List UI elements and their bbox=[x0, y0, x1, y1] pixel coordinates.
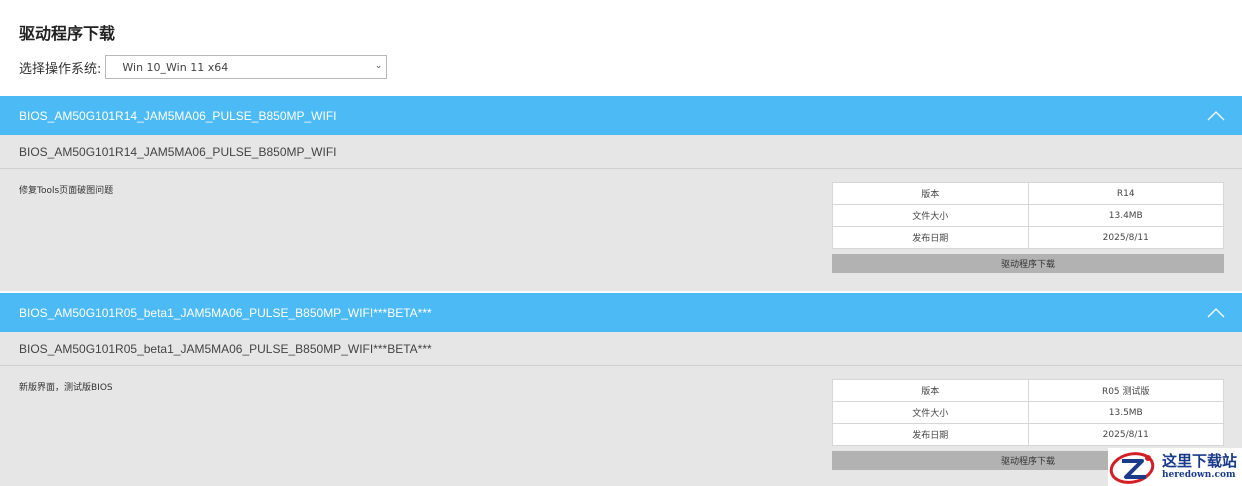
table-key: 文件大小 bbox=[832, 401, 1029, 424]
watermark-logo: 这里下载站 heredown.com bbox=[1108, 448, 1242, 486]
table-key: 版本 bbox=[832, 182, 1029, 205]
chevron-down-icon: ⌄ bbox=[374, 61, 383, 71]
table-row: 版本 R05 测试版 bbox=[832, 379, 1224, 402]
table-row: 发布日期 2025/8/11 bbox=[832, 423, 1224, 446]
table-row: 文件大小 13.4MB bbox=[832, 204, 1224, 227]
watermark-text: 这里下载站 heredown.com bbox=[1162, 454, 1237, 480]
table-value: 13.4MB bbox=[1027, 204, 1224, 227]
section-description: 新版界面，测试版BIOS bbox=[19, 383, 113, 393]
page-title: 驱动程序下载 bbox=[19, 24, 116, 43]
table-key: 文件大小 bbox=[832, 204, 1029, 227]
watermark-cn: 这里下载站 bbox=[1162, 452, 1238, 470]
section-header-title: BIOS_AM50G101R14_JAM5MA06_PULSE_B850MP_W… bbox=[19, 108, 337, 123]
os-selector-row: 选择操作系统: Win 10_Win 11 x64 ⌄ bbox=[19, 54, 388, 80]
section-description: 修复Tools页面破图问题 bbox=[19, 186, 114, 196]
section-subtitle: BIOS_AM50G101R14_JAM5MA06_PULSE_B850MP_W… bbox=[0, 135, 1242, 169]
download-button[interactable]: 驱动程序下载 bbox=[832, 254, 1224, 273]
table-key: 版本 bbox=[832, 379, 1029, 402]
driver-info-table: 版本 R14 文件大小 13.4MB 发布日期 2025/8/11 驱动程序下载 bbox=[832, 182, 1224, 273]
table-value: R14 bbox=[1027, 182, 1224, 205]
table-row: 文件大小 13.5MB bbox=[832, 401, 1224, 424]
chevron-up-icon[interactable] bbox=[1207, 109, 1225, 121]
heredown-logo-icon bbox=[1109, 452, 1155, 484]
table-key: 发布日期 bbox=[832, 423, 1029, 446]
chevron-up-icon[interactable] bbox=[1207, 306, 1225, 318]
os-selector-label: 选择操作系统: bbox=[19, 61, 102, 77]
table-value: R05 测试版 bbox=[1027, 379, 1224, 402]
os-select-dropdown[interactable]: Win 10_Win 11 x64 ⌄ bbox=[105, 55, 388, 79]
table-row: 版本 R14 bbox=[832, 182, 1224, 205]
watermark-url: heredown.com bbox=[1162, 470, 1236, 480]
table-row: 发布日期 2025/8/11 bbox=[832, 226, 1224, 249]
driver-section: BIOS_AM50G101R05_beta1_JAM5MA06_PULSE_B8… bbox=[0, 293, 1242, 486]
section-subtitle: BIOS_AM50G101R05_beta1_JAM5MA06_PULSE_B8… bbox=[0, 332, 1242, 366]
driver-section: BIOS_AM50G101R14_JAM5MA06_PULSE_B850MP_W… bbox=[0, 96, 1242, 291]
table-value: 2025/8/11 bbox=[1027, 226, 1224, 249]
section-header[interactable]: BIOS_AM50G101R14_JAM5MA06_PULSE_B850MP_W… bbox=[0, 96, 1242, 135]
table-value: 13.5MB bbox=[1027, 401, 1224, 424]
table-key: 发布日期 bbox=[832, 226, 1029, 249]
section-header[interactable]: BIOS_AM50G101R05_beta1_JAM5MA06_PULSE_B8… bbox=[0, 293, 1242, 332]
os-select-value: Win 10_Win 11 x64 bbox=[122, 60, 229, 74]
section-header-title: BIOS_AM50G101R05_beta1_JAM5MA06_PULSE_B8… bbox=[19, 305, 432, 320]
table-value: 2025/8/11 bbox=[1027, 423, 1224, 446]
